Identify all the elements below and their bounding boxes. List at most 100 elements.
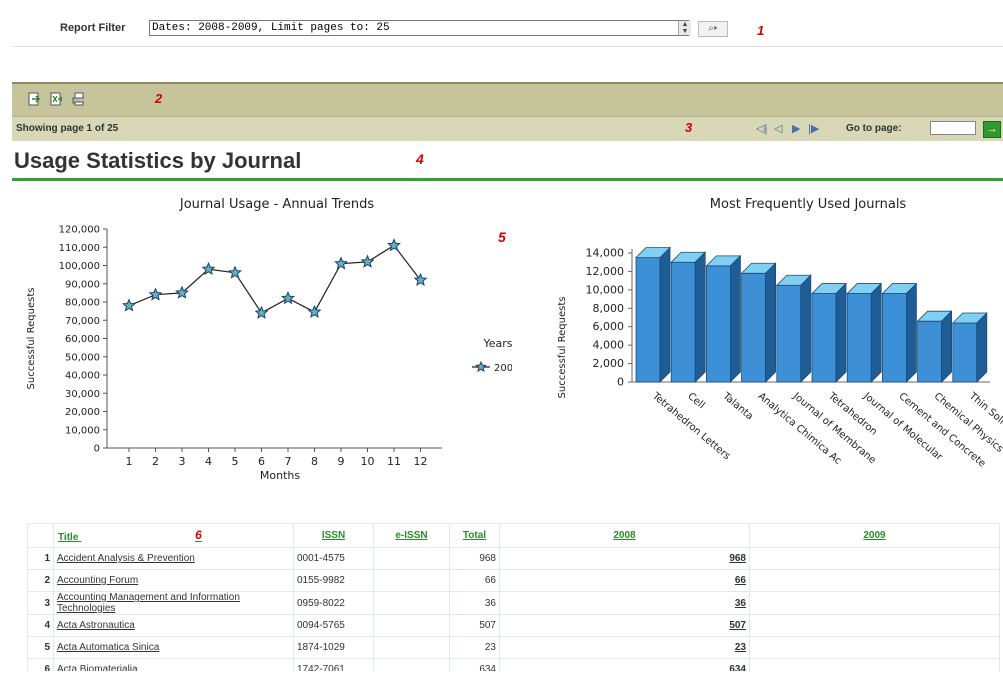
export-excel-icon[interactable] bbox=[50, 92, 62, 106]
col-title[interactable]: Title 6 bbox=[53, 523, 294, 548]
journal-title-link[interactable]: Acta Astronautica bbox=[57, 620, 135, 631]
year-2008-cell-cell[interactable]: 66 bbox=[499, 569, 750, 592]
search-icon[interactable]: ⌕▸ bbox=[698, 21, 728, 37]
pager-bar: Showing page 1 of 25 3 ◁| ◁ ▶ |▶ Go to p… bbox=[12, 116, 1003, 141]
row-number-cell: 3 bbox=[27, 591, 54, 615]
line-chart-title: Journal Usage - Annual Trends bbox=[179, 197, 374, 212]
total-cell-cell: 507 bbox=[449, 614, 500, 637]
row-number: 1 bbox=[44, 553, 50, 564]
bar-y-tick-label: 8,000 bbox=[593, 302, 625, 315]
year-2008-cell[interactable]: 66 bbox=[735, 575, 746, 586]
y-tick-label: 10,000 bbox=[65, 425, 100, 436]
last-page-icon[interactable]: |▶ bbox=[808, 122, 819, 135]
year-2008-cell-cell[interactable]: 23 bbox=[499, 636, 750, 659]
filter-input-box[interactable] bbox=[149, 20, 689, 36]
bar bbox=[775, 274, 812, 383]
journal-title-link-cell[interactable]: Acta Biomaterialia bbox=[53, 658, 294, 671]
journal-title-link[interactable]: Accounting Management and Information Te… bbox=[57, 592, 240, 614]
journal-title-link-cell[interactable]: Acta Astronautica bbox=[53, 614, 294, 637]
spinner-icon[interactable]: ▲ ▼ bbox=[678, 21, 691, 35]
total-cell-cell: 968 bbox=[449, 547, 500, 570]
x-tick-label: 9 bbox=[338, 455, 345, 468]
page-indicator: Showing page 1 of 25 bbox=[16, 123, 119, 134]
total-cell: 23 bbox=[484, 642, 496, 653]
x-tick-label: 11 bbox=[387, 455, 401, 468]
export-icon[interactable] bbox=[28, 92, 40, 106]
journal-title-link[interactable]: Acta Automatica Sinica bbox=[57, 642, 159, 653]
data-point bbox=[254, 305, 269, 319]
year-2008-cell-cell[interactable]: 36 bbox=[499, 591, 750, 615]
journal-title-link-cell[interactable]: Acta Automatica Sinica bbox=[53, 636, 294, 659]
prev-page-icon[interactable]: ◁ bbox=[774, 122, 782, 135]
print-icon[interactable] bbox=[72, 92, 84, 106]
col-title-label[interactable]: Title bbox=[58, 532, 78, 543]
total-cell: 634 bbox=[479, 664, 496, 671]
total-cell-cell: 23 bbox=[449, 636, 500, 659]
journal-table-panel: Title 6 ISSN e-ISSN Total 2008 2009 1 Acc… bbox=[27, 523, 1003, 671]
total-cell: 66 bbox=[484, 575, 496, 586]
y-tick-label: 70,000 bbox=[65, 316, 100, 327]
goto-page-input[interactable] bbox=[930, 121, 976, 135]
bar bbox=[811, 282, 847, 383]
bar-y-axis-label: Successful Requests bbox=[557, 297, 568, 399]
y-tick-label: 30,000 bbox=[65, 389, 100, 400]
bar-category-label: Cell bbox=[685, 391, 706, 411]
bar-category-label: Talanta bbox=[720, 390, 755, 422]
col-2008[interactable]: 2008 bbox=[499, 523, 750, 548]
bar bbox=[881, 282, 918, 383]
next-page-icon[interactable]: ▶ bbox=[792, 122, 800, 135]
table-row: 5 Acta Automatica Sinica 1874-1029 23 23 bbox=[27, 636, 1000, 659]
bar-y-tick-label: 6,000 bbox=[593, 320, 625, 333]
filter-input[interactable] bbox=[152, 22, 652, 34]
eissn-cell-cell bbox=[373, 614, 450, 637]
bar-y-tick-label: 10,000 bbox=[586, 283, 625, 296]
journal-title-link-cell[interactable]: Accounting Management and Information Te… bbox=[53, 591, 294, 615]
goto-page-button[interactable]: → bbox=[983, 121, 1001, 138]
journal-title-link-cell[interactable]: Accounting Forum bbox=[53, 569, 294, 592]
row-number: 6 bbox=[44, 664, 50, 671]
year-2008-cell-cell[interactable]: 634 bbox=[499, 658, 750, 671]
year-2008-cell[interactable]: 36 bbox=[735, 598, 746, 609]
y-tick-label: 100,000 bbox=[59, 261, 100, 272]
year-2008-cell-cell[interactable]: 507 bbox=[499, 614, 750, 637]
row-number-cell: 1 bbox=[27, 547, 54, 570]
bar bbox=[916, 310, 953, 383]
marker-1: 1 bbox=[757, 23, 765, 38]
y-tick-label: 90,000 bbox=[65, 279, 100, 290]
data-point bbox=[228, 265, 242, 279]
year-2008-cell[interactable]: 968 bbox=[729, 553, 746, 564]
col-rownum bbox=[27, 523, 54, 548]
y-tick-label: 120,000 bbox=[59, 225, 100, 236]
year-2008-cell-cell[interactable]: 968 bbox=[499, 547, 750, 570]
journal-title-link-cell[interactable]: Accident Analysis & Prevention bbox=[53, 547, 294, 570]
table-row: 6 Acta Biomaterialia 1742-7061 634 634 bbox=[27, 658, 1000, 671]
first-page-icon[interactable]: ◁| bbox=[756, 122, 767, 135]
col-issn[interactable]: ISSN bbox=[293, 523, 374, 548]
year-2008-cell[interactable]: 507 bbox=[729, 620, 746, 631]
x-tick-label: 10 bbox=[361, 455, 375, 468]
col-2009[interactable]: 2009 bbox=[749, 523, 1000, 548]
row-number-cell: 5 bbox=[27, 636, 54, 659]
x-tick-label: 5 bbox=[232, 455, 239, 468]
data-point bbox=[122, 298, 136, 312]
journal-title-link[interactable]: Accounting Forum bbox=[57, 575, 138, 586]
marker-6: 6 bbox=[195, 527, 202, 542]
col-total[interactable]: Total bbox=[449, 523, 500, 548]
bar bbox=[846, 282, 883, 383]
year-2008-cell[interactable]: 634 bbox=[729, 664, 746, 671]
bar bbox=[705, 254, 742, 383]
issn-cell-cell: 0959-8022 bbox=[293, 591, 374, 615]
year-2008-cell[interactable]: 23 bbox=[735, 642, 746, 653]
legend-marker bbox=[475, 360, 487, 373]
spacer bbox=[12, 46, 1003, 83]
data-point bbox=[281, 291, 295, 305]
x-tick-label: 1 bbox=[126, 455, 133, 468]
journal-title-link[interactable]: Acta Biomaterialia bbox=[57, 664, 138, 671]
table-header-row: Title 6 ISSN e-ISSN Total 2008 2009 bbox=[27, 523, 1000, 548]
col-eissn[interactable]: e-ISSN bbox=[373, 523, 450, 548]
issn-cell: 0959-8022 bbox=[297, 597, 345, 609]
total-cell: 968 bbox=[479, 553, 496, 564]
y-tick-label: 0 bbox=[94, 444, 100, 455]
bar-y-tick-label: 4,000 bbox=[593, 339, 625, 352]
journal-title-link[interactable]: Accident Analysis & Prevention bbox=[57, 553, 195, 564]
